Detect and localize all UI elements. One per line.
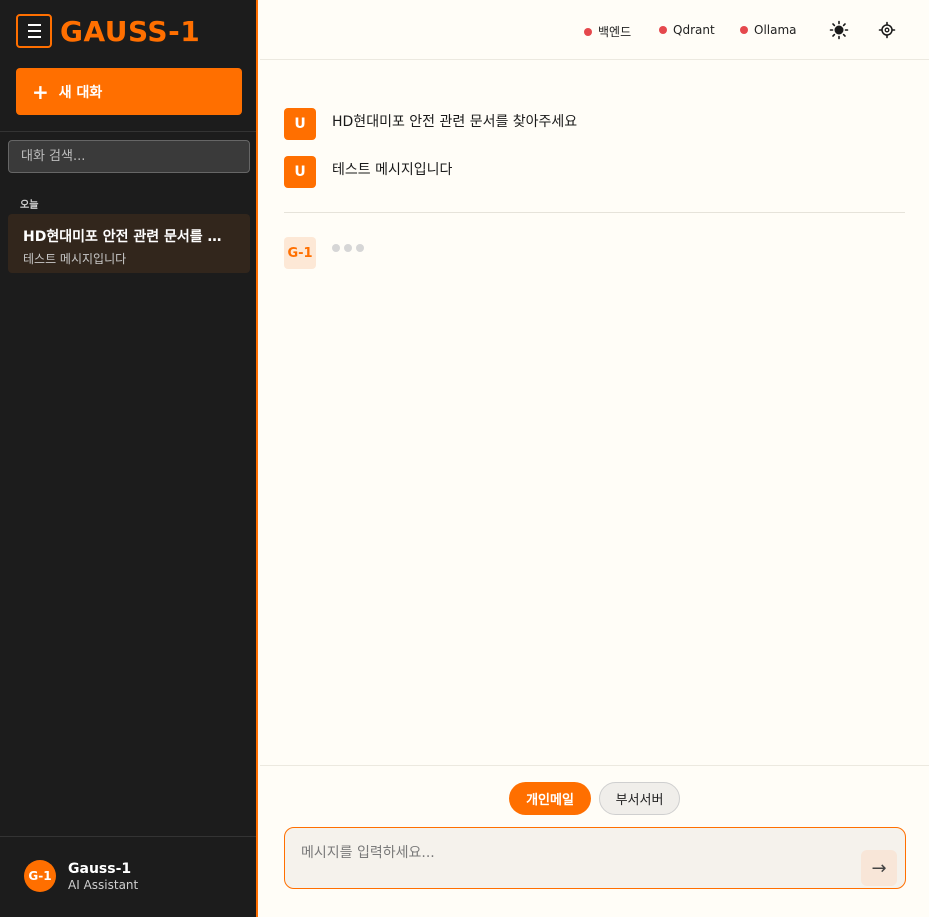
theme-toggle-icon[interactable] bbox=[829, 20, 849, 40]
menu-icon-bar bbox=[27, 24, 41, 26]
user-message: U HD현대미포 안전 관련 문서를 찾아주세요 bbox=[284, 108, 577, 140]
message-input[interactable] bbox=[301, 842, 841, 872]
profile-role: AI Assistant bbox=[68, 877, 139, 892]
avatar: G-1 bbox=[24, 860, 56, 892]
status-label: Ollama bbox=[754, 23, 797, 37]
sidebar-divider bbox=[0, 836, 256, 837]
sidebar-divider bbox=[0, 131, 256, 132]
typing-dot bbox=[356, 244, 364, 252]
message-text: 테스트 메시지입니다 bbox=[332, 162, 453, 178]
typing-dot bbox=[344, 244, 352, 252]
assistant-avatar: G-1 bbox=[284, 237, 316, 269]
conversation-item[interactable]: HD현대미포 안전 관련 문서를 찾아주세요 테스트 메시지입니다 bbox=[8, 214, 250, 273]
user-profile[interactable]: G-1 Gauss-1 AI Assistant bbox=[24, 860, 138, 892]
send-button[interactable]: → bbox=[861, 850, 897, 886]
app-logo: GAUSS-1 bbox=[60, 14, 201, 48]
status-label: 백엔드 bbox=[598, 25, 632, 39]
status-dot bbox=[659, 26, 667, 34]
message-text: HD현대미포 안전 관련 문서를 찾아주세요 bbox=[332, 114, 578, 130]
user-avatar: U bbox=[284, 108, 316, 140]
arrow-right-icon: → bbox=[871, 857, 887, 879]
menu-toggle-button[interactable] bbox=[16, 14, 52, 48]
conversation-search-input[interactable] bbox=[8, 140, 250, 173]
profile-name: Gauss-1 bbox=[68, 860, 132, 877]
settings-icon[interactable] bbox=[877, 20, 897, 40]
section-label-today: 오늘 bbox=[20, 200, 39, 211]
profile-text: Gauss-1 AI Assistant bbox=[68, 861, 138, 892]
user-message: U 테스트 메시지입니다 bbox=[284, 156, 452, 188]
menu-icon-bar bbox=[27, 36, 41, 38]
new-chat-button[interactable]: + 새 대화 bbox=[16, 68, 242, 115]
conversation-title: HD현대미포 안전 관련 문서를 찾아주세요 bbox=[23, 229, 233, 245]
status-backend: 백엔드 bbox=[584, 23, 631, 40]
plus-icon: + bbox=[32, 79, 49, 104]
typing-indicator bbox=[332, 244, 364, 252]
conversation-preview: 테스트 메시지입니다 bbox=[23, 252, 127, 266]
top-bar: 백엔드 Qdrant Ollama bbox=[260, 0, 929, 60]
status-qdrant: Qdrant bbox=[659, 23, 715, 37]
user-avatar: U bbox=[284, 156, 316, 188]
new-chat-label: 새 대화 bbox=[58, 84, 103, 101]
message-divider bbox=[284, 212, 905, 213]
mode-personal-mail-button[interactable]: 개인메일 bbox=[509, 782, 591, 815]
sidebar: GAUSS-1 + 새 대화 오늘 HD현대미포 안전 관련 문서를 찾아주세요… bbox=[0, 0, 258, 917]
status-label: Qdrant bbox=[673, 23, 715, 37]
status-dot bbox=[740, 26, 748, 34]
message-composer: → bbox=[284, 827, 906, 889]
status-ollama: Ollama bbox=[740, 23, 797, 37]
typing-dot bbox=[332, 244, 340, 252]
composer-divider bbox=[260, 765, 929, 766]
status-dot bbox=[584, 27, 592, 36]
menu-icon-bar bbox=[27, 30, 41, 32]
sidebar-header: GAUSS-1 bbox=[16, 14, 200, 48]
mode-department-server-button[interactable]: 부서서버 bbox=[599, 782, 680, 815]
